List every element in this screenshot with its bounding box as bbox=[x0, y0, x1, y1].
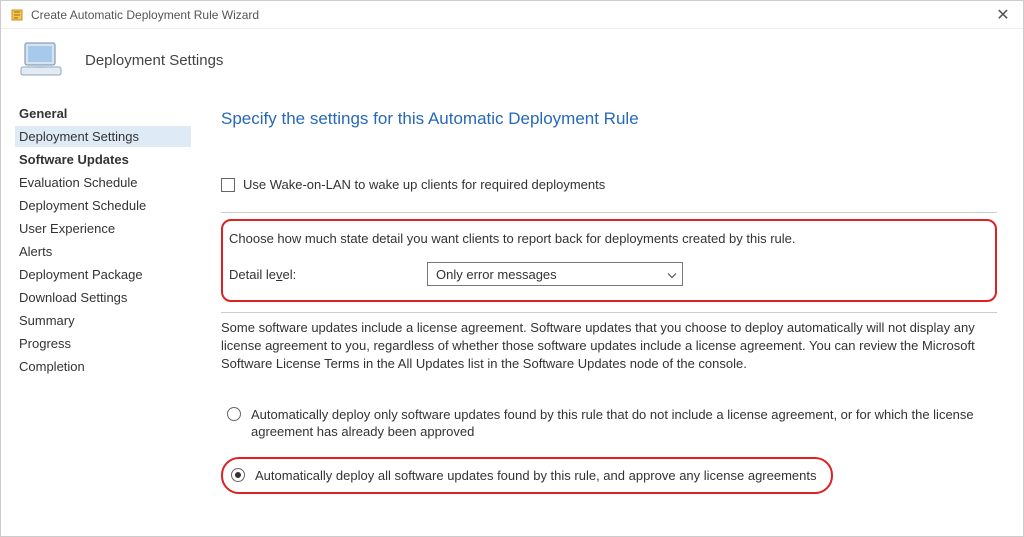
header: Deployment Settings bbox=[1, 29, 1023, 95]
nav-summary[interactable]: Summary bbox=[15, 310, 191, 331]
radio-2[interactable] bbox=[231, 468, 245, 482]
wizard-icon bbox=[9, 7, 25, 23]
page-heading: Specify the settings for this Automatic … bbox=[221, 109, 997, 129]
radio-2-label: Automatically deploy all software update… bbox=[255, 467, 817, 485]
divider-2 bbox=[221, 312, 997, 313]
content-area: General Deployment Settings Software Upd… bbox=[1, 95, 1023, 536]
wol-label: Use Wake-on-LAN to wake up clients for r… bbox=[243, 177, 605, 192]
radio-option-2[interactable]: Automatically deploy all software update… bbox=[221, 457, 833, 495]
radio-option-1[interactable]: Automatically deploy only software updat… bbox=[221, 400, 997, 447]
titlebar: Create Automatic Deployment Rule Wizard … bbox=[1, 1, 1023, 29]
nav-alerts[interactable]: Alerts bbox=[15, 241, 191, 262]
nav-deployment-settings[interactable]: Deployment Settings bbox=[15, 126, 191, 147]
license-info-text: Some software updates include a license … bbox=[221, 319, 997, 374]
detail-level-select-wrap: Only error messages bbox=[427, 262, 683, 286]
radio-1-label: Automatically deploy only software updat… bbox=[251, 406, 987, 441]
divider-1 bbox=[221, 212, 997, 213]
wizard-window: Create Automatic Deployment Rule Wizard … bbox=[0, 0, 1024, 537]
nav-evaluation-schedule[interactable]: Evaluation Schedule bbox=[15, 172, 191, 193]
main-panel: Specify the settings for this Automatic … bbox=[191, 95, 1023, 536]
detail-level-label: Detail level: bbox=[229, 267, 427, 282]
detail-level-select[interactable]: Only error messages bbox=[427, 262, 683, 286]
nav-software-updates[interactable]: Software Updates bbox=[15, 149, 191, 170]
state-detail-section: Choose how much state detail you want cl… bbox=[221, 219, 997, 302]
header-title: Deployment Settings bbox=[85, 52, 223, 69]
nav-download-settings[interactable]: Download Settings bbox=[15, 287, 191, 308]
nav-completion[interactable]: Completion bbox=[15, 356, 191, 377]
nav-progress[interactable]: Progress bbox=[15, 333, 191, 354]
detail-level-value: Only error messages bbox=[436, 267, 557, 282]
close-button[interactable]: ✕ bbox=[991, 5, 1015, 25]
nav-user-experience[interactable]: User Experience bbox=[15, 218, 191, 239]
header-computer-icon bbox=[19, 39, 67, 81]
sidebar: General Deployment Settings Software Upd… bbox=[1, 95, 191, 536]
detail-level-row: Detail level: Only error messages bbox=[229, 262, 983, 286]
nav-deployment-package[interactable]: Deployment Package bbox=[15, 264, 191, 285]
wol-row: Use Wake-on-LAN to wake up clients for r… bbox=[221, 177, 997, 192]
nav-general[interactable]: General bbox=[15, 103, 191, 124]
radio-1[interactable] bbox=[227, 407, 241, 421]
wol-checkbox[interactable] bbox=[221, 178, 235, 192]
titlebar-title: Create Automatic Deployment Rule Wizard bbox=[31, 8, 991, 22]
nav-deployment-schedule[interactable]: Deployment Schedule bbox=[15, 195, 191, 216]
state-detail-text: Choose how much state detail you want cl… bbox=[229, 231, 983, 246]
